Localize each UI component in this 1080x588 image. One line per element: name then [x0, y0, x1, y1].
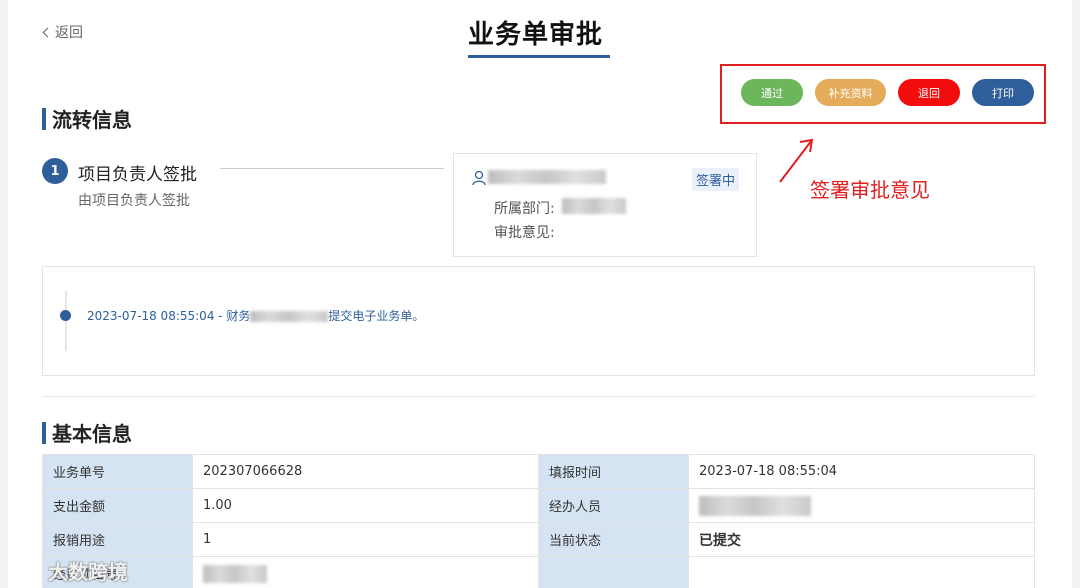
table-row: 经费项目号	[42, 556, 1035, 588]
watermark-text: 大数跨境	[48, 560, 128, 584]
timeline-entry-prefix: 2023-07-18 08:55:04 - 财务	[87, 309, 251, 323]
table-label: 填报时间	[538, 454, 689, 489]
basic-section-title: 基本信息	[42, 418, 132, 447]
user-icon	[472, 170, 486, 186]
timeline-entry: 2023-07-18 08:55:04 - 财务 提交电子业务单。	[87, 307, 424, 324]
opinion-label: 审批意见:	[494, 225, 555, 241]
section-bar	[42, 107, 46, 130]
timeline-entry-suffix: 提交电子业务单。	[328, 309, 425, 323]
step-title: 项目负责人签批	[78, 165, 197, 185]
approver-name-redacted	[488, 170, 606, 184]
basic-section-label: 基本信息	[52, 422, 132, 446]
table-label: 支出金额	[42, 488, 193, 523]
table-value: 1.00	[192, 488, 539, 523]
supplement-button[interactable]: 补充资料	[815, 79, 886, 106]
step-number: 1	[42, 158, 68, 184]
chevron-left-icon	[42, 27, 53, 38]
table-value: 202307066628	[192, 454, 539, 489]
back-label: 返回	[55, 25, 83, 41]
operator-redacted	[699, 495, 811, 516]
title-underline	[468, 55, 610, 58]
step-connector	[220, 168, 444, 169]
table-row: 业务单号 202307066628 填报时间 2023-07-18 08:55:…	[42, 454, 1035, 489]
page-title: 业务单审批	[468, 20, 604, 50]
timeline-panel: 2023-07-18 08:55:04 - 财务 提交电子业务单。	[42, 266, 1035, 376]
table-label: 经办人员	[538, 488, 689, 523]
table-row: 支出金额 1.00 经办人员	[42, 488, 1035, 523]
back-link[interactable]: 返回	[42, 22, 83, 42]
step-desc: 由项目负责人签批	[78, 193, 190, 209]
watermark: 大数跨境	[10, 556, 128, 585]
table-value	[688, 556, 1035, 588]
status-badge: 签署中	[692, 168, 740, 191]
table-label	[538, 556, 689, 588]
basic-info-table: 业务单号 202307066628 填报时间 2023-07-18 08:55:…	[42, 454, 1035, 588]
project-value	[192, 556, 539, 588]
return-button[interactable]: 退回	[898, 79, 960, 106]
flow-section-title: 流转信息	[42, 104, 132, 133]
dept-label: 所属部门:	[494, 201, 555, 217]
table-label: 当前状态	[538, 522, 689, 557]
table-value: 2023-07-18 08:55:04	[688, 454, 1035, 489]
pass-button[interactable]: 通过	[741, 79, 803, 106]
flow-section-label: 流转信息	[52, 108, 132, 132]
operator-value	[688, 488, 1035, 523]
approver-card: 签署中 所属部门: 审批意见:	[453, 153, 757, 257]
timeline-dot	[60, 310, 71, 321]
timeline-line	[65, 291, 67, 351]
timeline-name-redacted	[250, 311, 329, 322]
status-value: 已提交	[688, 522, 1035, 557]
table-row: 报销用途 1 当前状态 已提交	[42, 522, 1035, 557]
section-bar	[42, 421, 46, 444]
annotation-text: 签署审批意见	[810, 178, 930, 202]
table-value: 1	[192, 522, 539, 557]
print-button[interactable]: 打印	[972, 79, 1034, 106]
project-redacted	[203, 564, 267, 583]
section-divider	[42, 396, 1035, 397]
dept-value-redacted	[562, 198, 626, 214]
table-label: 报销用途	[42, 522, 193, 557]
watermark-logo-icon	[11, 560, 43, 581]
table-label: 业务单号	[42, 454, 193, 489]
